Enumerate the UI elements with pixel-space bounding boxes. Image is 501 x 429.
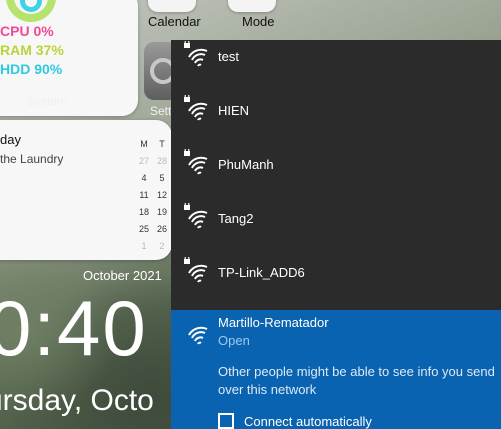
clock-date: ursday, Octo [0, 384, 154, 417]
calendar-week-row: 4 5 [138, 170, 168, 187]
network-security-status: Open [218, 333, 250, 348]
calendar-day: 26 [156, 224, 167, 234]
calendar-day: 2 [159, 241, 165, 251]
network-ssid: HIEN [218, 102, 250, 118]
system-widget-caption: System [27, 94, 68, 108]
open-network-warning: Other people might be able to see info y… [218, 364, 495, 397]
network-ssid: Tang2 [218, 210, 254, 226]
secured-wifi-icon [184, 203, 208, 229]
network-item-hien[interactable]: HIEN [171, 83, 501, 137]
mini-calendar: M T 27 28 4 5 11 12 18 19 25 26 1 2 [138, 136, 168, 255]
calendar-app-icon[interactable] [148, 0, 196, 12]
network-item-phumanh[interactable]: PhuManh [171, 137, 501, 191]
cpu-usage: CPU 0% [0, 23, 54, 39]
month-label: October 2021 [83, 268, 162, 283]
calendar-week-row: 25 26 [138, 221, 168, 238]
network-ssid: Martillo-Rematador [218, 315, 329, 330]
secured-wifi-icon [184, 257, 208, 283]
calendar-day: 11 [139, 190, 149, 200]
connect-automatically-row[interactable]: Connect automatically [218, 413, 372, 429]
wifi-network-list: test HIEN PhuManh Tang2 TP-Link_ADD6 Mar… [171, 40, 501, 429]
calendar-day: 12 [156, 190, 167, 200]
calendar-day: 5 [159, 173, 165, 183]
connect-automatically-label: Connect automatically [244, 413, 372, 429]
weekday-label: M [140, 139, 148, 149]
calendar-day: 27 [138, 156, 149, 166]
calendar-weekday-row: M T [138, 136, 168, 153]
connect-automatically-checkbox[interactable] [218, 413, 234, 429]
secured-wifi-icon [184, 95, 208, 121]
hdd-usage: HDD 90% [0, 61, 63, 77]
secured-wifi-icon [184, 149, 208, 175]
network-item-selected[interactable]: Martillo-Rematador Open Other people mig… [171, 310, 501, 429]
calendar-day: 28 [156, 156, 167, 166]
clock-time: 0:40 [0, 284, 148, 372]
system-widget[interactable]: CPU 0% RAM 37% HDD 90% System [0, 0, 138, 116]
calendar-app-label: Calendar [148, 14, 201, 29]
network-item-tp-link-add6[interactable]: TP-Link_ADD6 [171, 245, 501, 299]
calendar-week-row: 11 12 [138, 187, 168, 204]
calendar-task: the Laundry [0, 152, 64, 166]
ram-usage: RAM 37% [0, 42, 64, 58]
calendar-widget-title: day [0, 132, 21, 147]
mode-app-icon[interactable] [228, 0, 276, 12]
calendar-day: 4 [141, 173, 147, 183]
secured-wifi-icon [184, 41, 208, 67]
mode-app-label: Mode [242, 14, 275, 29]
calendar-week-row: 18 19 [138, 204, 168, 221]
network-ssid: test [218, 48, 239, 64]
calendar-day: 25 [138, 224, 149, 234]
network-ssid: PhuManh [218, 156, 274, 172]
network-item-tang2[interactable]: Tang2 [171, 191, 501, 245]
calendar-day: 18 [138, 207, 149, 217]
calendar-week-row: 27 28 [138, 153, 168, 170]
calendar-day: 19 [156, 207, 167, 217]
network-item-test[interactable]: test [171, 29, 501, 83]
open-wifi-icon [188, 326, 208, 345]
network-ssid: TP-Link_ADD6 [218, 264, 305, 280]
calendar-widget[interactable]: day the Laundry M T 27 28 4 5 11 12 18 1… [0, 120, 172, 260]
weekday-label: T [159, 139, 165, 149]
calendar-day: 1 [141, 241, 147, 251]
calendar-week-row: 1 2 [138, 238, 168, 255]
